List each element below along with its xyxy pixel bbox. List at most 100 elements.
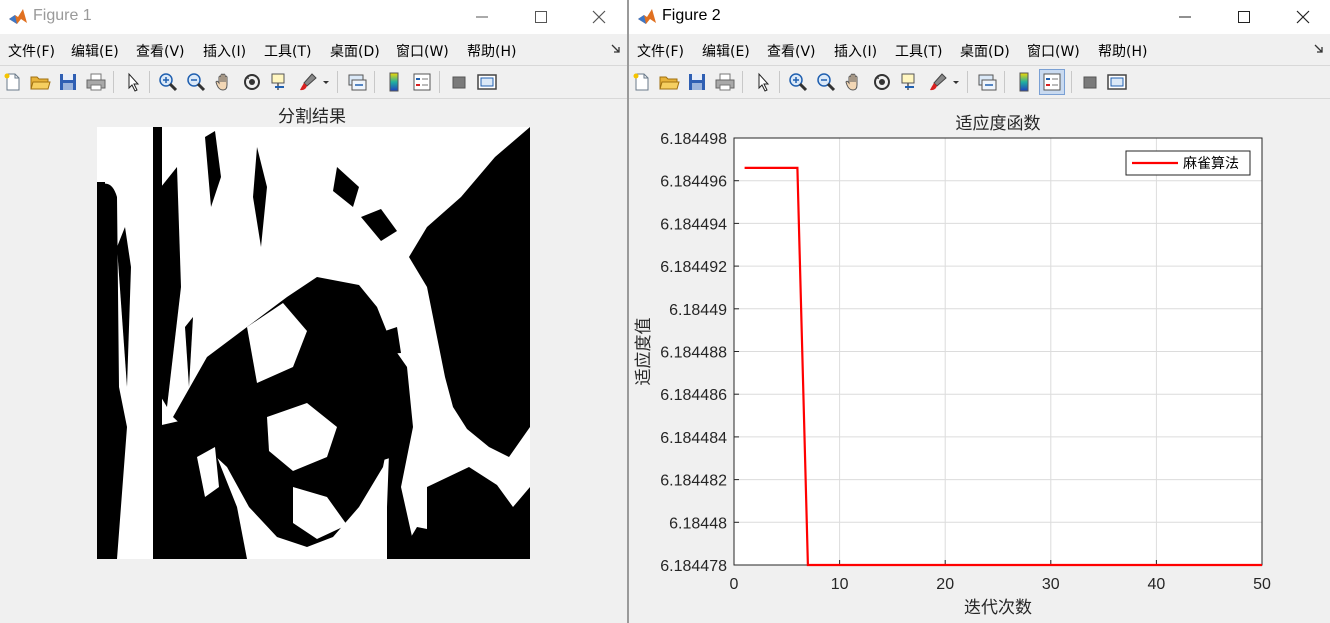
menu-insert[interactable]: 插入(I)	[834, 41, 877, 61]
x-tick-label: 40	[1148, 576, 1166, 593]
link-plot-icon[interactable]	[346, 71, 368, 93]
dock-arrow-icon[interactable]	[1314, 44, 1324, 54]
maximize-button[interactable]	[518, 0, 564, 34]
y-tick-label: 6.18449	[669, 302, 727, 319]
menu-file[interactable]: 文件(F)	[637, 41, 684, 61]
y-tick-label: 6.184484	[660, 430, 727, 447]
toolbar-separator	[742, 71, 743, 93]
select-arrow-icon[interactable]	[122, 71, 144, 93]
menu-tools[interactable]: 工具(T)	[264, 41, 311, 61]
menu-file[interactable]: 文件(F)	[8, 41, 55, 61]
y-tick-label: 6.184488	[660, 345, 727, 362]
zoom-out-icon[interactable]	[185, 71, 207, 93]
save-icon[interactable]	[686, 71, 708, 93]
y-tick-label: 6.18448	[669, 515, 727, 532]
menu-desktop[interactable]: 桌面(D)	[330, 41, 380, 61]
legend-icon[interactable]	[411, 71, 433, 93]
figure2-window: Figure 2 文件(F) 编辑(E) 查看(V) 插入(I) 工具(T) 桌…	[629, 0, 1330, 623]
hide-plot-tools-icon[interactable]	[448, 71, 470, 93]
y-tick-label: 6.184482	[660, 473, 727, 490]
menu-view[interactable]: 查看(V)	[767, 41, 816, 61]
fitness-chart: 0 10 20 30 40 50 6.184478 6.18448 6.184482 6.1844…	[634, 114, 1271, 617]
menu-window[interactable]: 窗口(W)	[396, 41, 449, 61]
close-button[interactable]	[576, 0, 622, 34]
maximize-button[interactable]	[1221, 0, 1267, 34]
menu-edit[interactable]: 编辑(E)	[71, 41, 119, 61]
minimize-button[interactable]	[459, 0, 505, 34]
figure1-window: Figure 1 文件(F) 编辑(E) 查看(V) 插入(I) 工具(T) 桌…	[0, 0, 627, 623]
rotate-3d-icon[interactable]	[241, 71, 263, 93]
x-tick-label: 50	[1253, 576, 1271, 593]
legend-icon[interactable]	[1039, 69, 1065, 95]
new-figure-icon[interactable]	[631, 71, 653, 93]
figure2-toolbar	[629, 65, 1330, 99]
zoom-out-icon[interactable]	[815, 71, 837, 93]
zoom-in-icon[interactable]	[787, 71, 809, 93]
x-axis-label: 迭代次数	[964, 598, 1032, 617]
x-tick-label: 20	[936, 576, 954, 593]
segmentation-title: 分割结果	[278, 107, 346, 126]
menu-tools[interactable]: 工具(T)	[895, 41, 942, 61]
colorbar-icon[interactable]	[383, 71, 405, 93]
zoom-in-icon[interactable]	[157, 71, 179, 93]
minimize-button[interactable]	[1162, 0, 1208, 34]
figure2-menubar: 文件(F) 编辑(E) 查看(V) 插入(I) 工具(T) 桌面(D) 窗口(W…	[629, 36, 1330, 64]
y-tick-label: 6.184498	[660, 131, 727, 148]
link-plot-icon[interactable]	[976, 71, 998, 93]
data-cursor-icon[interactable]	[899, 71, 921, 93]
select-arrow-icon[interactable]	[752, 71, 774, 93]
new-figure-icon[interactable]	[2, 71, 24, 93]
open-file-icon[interactable]	[658, 71, 680, 93]
menu-window[interactable]: 窗口(W)	[1027, 41, 1080, 61]
segmented-image	[97, 127, 530, 559]
menu-insert[interactable]: 插入(I)	[203, 41, 246, 61]
menu-help[interactable]: 帮助(H)	[1098, 41, 1147, 61]
figure1-titlebar[interactable]: Figure 1	[0, 0, 627, 34]
show-plot-tools-icon[interactable]	[1106, 71, 1128, 93]
toolbar-separator	[1071, 71, 1072, 93]
matlab-logo-icon	[637, 7, 657, 27]
toolbar-separator	[149, 71, 150, 93]
legend[interactable]: 麻雀算法	[1125, 150, 1251, 176]
hide-plot-tools-icon[interactable]	[1079, 71, 1101, 93]
print-icon[interactable]	[85, 71, 107, 93]
y-tick-label: 6.184496	[660, 174, 727, 191]
x-tick-label: 10	[831, 576, 849, 593]
open-file-icon[interactable]	[29, 71, 51, 93]
figure1-title: Figure 1	[33, 7, 92, 24]
toolbar-separator	[779, 71, 780, 93]
chart-title: 适应度函数	[956, 114, 1041, 133]
x-tick-label: 0	[730, 576, 739, 593]
brush-icon[interactable]	[297, 71, 319, 93]
brush-dropdown-icon[interactable]	[321, 71, 331, 93]
toolbar-separator	[337, 71, 338, 93]
menu-view[interactable]: 查看(V)	[136, 41, 185, 61]
toolbar-separator	[374, 71, 375, 93]
pan-hand-icon[interactable]	[213, 71, 235, 93]
save-icon[interactable]	[57, 71, 79, 93]
figure1-menubar: 文件(F) 编辑(E) 查看(V) 插入(I) 工具(T) 桌面(D) 窗口(W…	[0, 36, 627, 64]
y-axis-label: 适应度值	[634, 318, 653, 386]
data-cursor-icon[interactable]	[269, 71, 291, 93]
toolbar-separator	[113, 71, 114, 93]
close-button[interactable]	[1280, 0, 1326, 34]
y-tick-label: 6.184494	[660, 216, 727, 233]
y-tick-label: 6.184478	[660, 558, 727, 575]
menu-desktop[interactable]: 桌面(D)	[960, 41, 1010, 61]
rotate-3d-icon[interactable]	[871, 71, 893, 93]
y-tick-label: 6.184486	[660, 387, 727, 404]
colorbar-icon[interactable]	[1013, 71, 1035, 93]
show-plot-tools-icon[interactable]	[476, 71, 498, 93]
x-tick-label: 30	[1042, 576, 1060, 593]
pan-hand-icon[interactable]	[843, 71, 865, 93]
brush-icon[interactable]	[927, 71, 949, 93]
print-icon[interactable]	[714, 71, 736, 93]
figure2-titlebar[interactable]: Figure 2	[629, 0, 1330, 34]
dock-arrow-icon[interactable]	[611, 44, 621, 54]
toolbar-separator	[967, 71, 968, 93]
brush-dropdown-icon[interactable]	[951, 71, 961, 93]
menu-help[interactable]: 帮助(H)	[467, 41, 516, 61]
menu-edit[interactable]: 编辑(E)	[702, 41, 750, 61]
toolbar-separator	[1004, 71, 1005, 93]
figure2-title: Figure 2	[662, 7, 721, 24]
